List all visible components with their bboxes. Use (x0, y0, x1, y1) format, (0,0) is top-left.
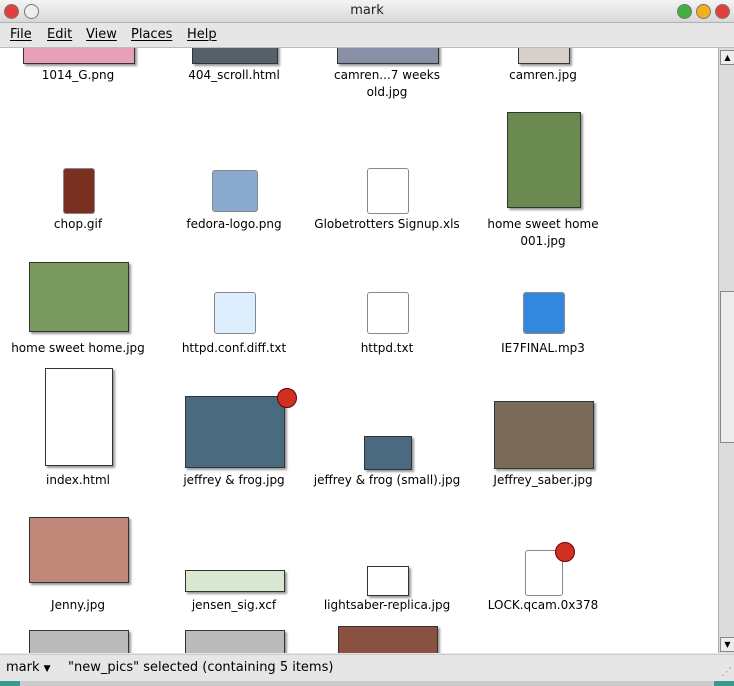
menu-places[interactable]: Places (131, 27, 172, 42)
status-bar: mark ▼ "new_pics" selected (containing 5… (0, 654, 734, 681)
scroll-down-arrow-icon[interactable]: ▼ (720, 637, 734, 652)
file-name: 404_scroll.html (188, 68, 280, 82)
file-name: lightsaber-replica.jpg (323, 598, 451, 612)
image-thumbnail (507, 112, 581, 208)
image-thumbnail (185, 396, 285, 468)
file-name: Globetrotters Signup.xls (314, 217, 460, 231)
spreadsheet-icon (367, 168, 409, 214)
image-thumbnail (518, 48, 570, 64)
file-name: fedora-logo.png (186, 217, 282, 231)
text-file-icon (214, 292, 256, 334)
scrollbar-thumb[interactable] (720, 291, 734, 443)
icon-view[interactable]: 1014_G.png 404_scroll.html camren...7 week… (0, 48, 718, 653)
chevron-down-icon: ▼ (43, 664, 51, 674)
vertical-scrollbar[interactable]: ▲ ▼ (718, 48, 734, 653)
minimize-button[interactable] (677, 4, 692, 19)
file-name: LOCK.qcam.0x378 (487, 598, 599, 612)
file-name: jensen_sig.xcf (191, 598, 277, 612)
menu-view[interactable]: View (86, 27, 117, 42)
file-name: camren...7 weeks old.jpg (334, 68, 440, 99)
audio-file-icon (523, 292, 565, 334)
image-thumbnail (185, 570, 285, 592)
menu-bar: File Edit View Places Help (0, 23, 734, 48)
window-title: mark (350, 3, 384, 18)
file-name: index.html (46, 473, 110, 487)
computer-icon (212, 170, 258, 212)
menu-help[interactable]: Help (187, 27, 217, 42)
text-file-icon (367, 292, 409, 334)
image-thumbnail (29, 262, 129, 332)
image-thumbnail (338, 626, 438, 653)
file-name: chop.gif (53, 217, 103, 231)
scroll-up-arrow-icon[interactable]: ▲ (720, 50, 734, 65)
file-name: camren.jpg (509, 68, 577, 82)
no-read-emblem-icon (555, 542, 575, 562)
file-name: Jenny.jpg (51, 598, 105, 612)
image-thumbnail (29, 630, 129, 653)
file-name: httpd.conf.diff.txt (181, 341, 287, 355)
file-name: 1014_G.png (41, 68, 115, 82)
image-thumbnail (367, 566, 409, 596)
close-button[interactable] (715, 4, 730, 19)
image-thumbnail (494, 401, 594, 469)
file-name: jeffrey & frog.jpg (183, 473, 285, 487)
menu-edit[interactable]: Edit (47, 27, 72, 42)
html-thumbnail (45, 368, 113, 466)
file-name: home sweet home 001.jpg (487, 217, 599, 248)
menu-file[interactable]: File (10, 27, 32, 42)
location-dropdown[interactable]: mark ▼ (6, 660, 51, 675)
guillotine-icon (63, 168, 95, 214)
html-thumbnail (192, 48, 278, 64)
file-name: httpd.txt (360, 341, 414, 355)
file-name: IE7FINAL.mp3 (501, 341, 585, 355)
image-thumbnail (29, 517, 129, 583)
progress-strip (0, 681, 734, 686)
no-read-emblem-icon (277, 388, 297, 408)
file-name: home sweet home.jpg (11, 341, 145, 355)
file-name: jeffrey & frog (small).jpg (313, 473, 461, 487)
maximize-button[interactable] (696, 4, 711, 19)
image-thumbnail (337, 48, 439, 64)
location-label: mark (6, 660, 40, 675)
image-thumbnail (364, 436, 412, 470)
file-name: Jeffrey_saber.jpg (493, 473, 593, 487)
image-thumbnail (23, 48, 135, 64)
resize-grip-icon[interactable]: ⋰ (721, 665, 732, 678)
status-message: "new_pics" selected (containing 5 items) (68, 660, 334, 675)
title-bar: mark (0, 0, 734, 23)
image-thumbnail (185, 630, 285, 653)
